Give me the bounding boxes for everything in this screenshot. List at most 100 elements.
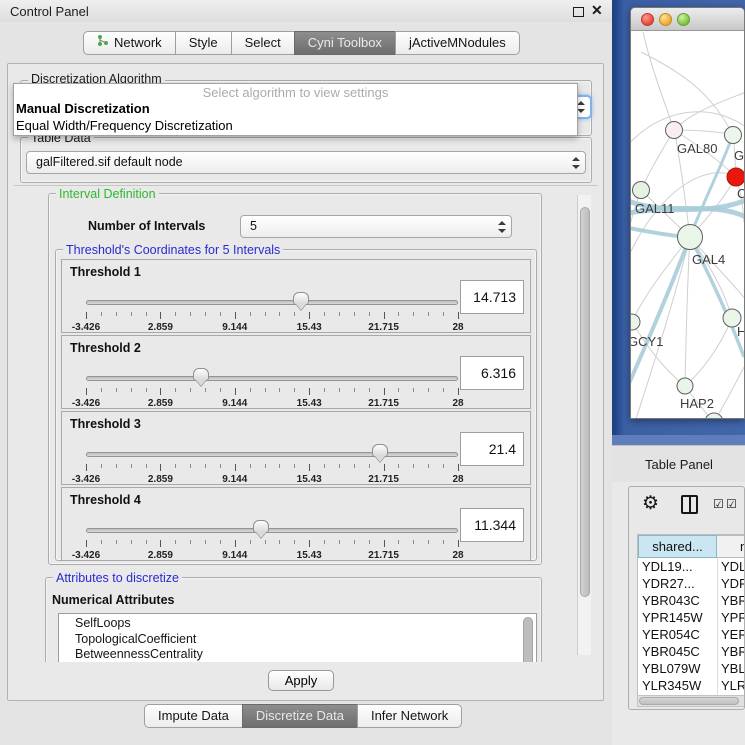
slider-tick (86, 312, 87, 319)
slider-tick (309, 464, 310, 471)
slider-tick (398, 388, 399, 392)
apply-button[interactable]: Apply (268, 670, 334, 691)
slider-thumb[interactable] (193, 368, 209, 381)
slider-track[interactable] (86, 452, 458, 457)
slider-thumb[interactable] (253, 520, 269, 533)
slider-track[interactable] (86, 376, 458, 381)
network-node-hap2[interactable] (677, 378, 693, 394)
column-header-name[interactable]: n (717, 535, 745, 558)
slider-tick (175, 312, 176, 316)
gear-icon[interactable]: ⚙ (642, 492, 659, 515)
node-label-ga: GA (734, 148, 744, 163)
slider-tick (384, 388, 385, 395)
table-row-ybr043c[interactable]: YBR043CYBR0 (638, 592, 745, 609)
slider-tick (279, 464, 280, 468)
tab-discretize-data[interactable]: Discretize Data (242, 704, 358, 728)
tab-infer-network[interactable]: Infer Network (357, 704, 462, 728)
table-row-ylr345w[interactable]: YLR345WYLR3 (638, 677, 745, 694)
node-label-hap2: HAP2 (680, 396, 714, 411)
network-node-gal4[interactable] (678, 225, 703, 250)
table-horizontal-scrollbar[interactable] (637, 695, 745, 707)
slider-tick (309, 540, 310, 547)
tab-jactivemnodules[interactable]: jActiveMNodules (395, 31, 520, 55)
slider-tick (354, 540, 355, 544)
close-traffic-light-icon[interactable] (641, 13, 654, 26)
checked-box-icon[interactable]: ☑ (726, 497, 737, 511)
slider-track[interactable] (86, 300, 458, 305)
checked-box-icon[interactable]: ☑ (713, 497, 724, 511)
slider-tick (369, 540, 370, 544)
slider-thumb[interactable] (293, 292, 309, 305)
slider-tick (101, 312, 102, 316)
tab-cyni-toolbox[interactable]: Cyni Toolbox (294, 31, 396, 55)
table-cell: YDL19... (642, 558, 693, 575)
tab-style[interactable]: Style (175, 31, 232, 55)
network-window-titlebar[interactable] (631, 8, 744, 31)
table-scrollbar-thumb[interactable] (639, 697, 739, 705)
threshold-slider[interactable]: -3.4262.8599.14415.4321.71528 (86, 290, 458, 334)
number-of-intervals-combobox[interactable]: 5 (240, 215, 512, 238)
minimize-traffic-light-icon[interactable] (659, 13, 672, 26)
float-window-icon[interactable] (573, 7, 584, 17)
table-row-ydl19[interactable]: YDL19...YDL1 (638, 558, 745, 575)
slider-tick (369, 464, 370, 468)
table-row-ybr045c[interactable]: YBR045CYBR0 (638, 643, 745, 660)
settings-scrollbar[interactable] (577, 195, 591, 655)
threshold-value-field[interactable]: 11.344 (460, 508, 524, 542)
threshold-slider[interactable]: -3.4262.8599.14415.4321.71528 (86, 442, 458, 486)
table-row-yer054c[interactable]: YER054CYER0 (638, 626, 745, 643)
close-icon[interactable]: ✕ (591, 2, 603, 19)
slider-tick (116, 312, 117, 316)
slider-tick (101, 388, 102, 392)
threshold-panel-2: Threshold 2-3.4262.8599.14415.4321.71528… (61, 335, 531, 409)
slider-tick (116, 540, 117, 544)
network-node-unlabeled[interactable] (705, 413, 723, 419)
slider-tick (324, 540, 325, 544)
slider-track[interactable] (86, 528, 458, 533)
columns-icon[interactable] (681, 495, 698, 514)
numerical-attributes-heading: Numerical Attributes (52, 593, 174, 607)
network-node-ga[interactable] (725, 127, 742, 144)
threshold-value-field[interactable]: 14.713 (460, 280, 524, 314)
table-cell: YBR0 (721, 592, 745, 609)
network-edge (685, 318, 732, 386)
dropdown-option-manual-discretization[interactable]: Manual Discretization (16, 101, 150, 116)
table-row-ydr27[interactable]: YDR27...YDR2 (638, 575, 745, 592)
attribute-item-betweennesscentrality[interactable]: BetweennessCentrality (59, 647, 536, 662)
network-node-gal80[interactable] (666, 122, 683, 139)
network-edge (674, 92, 744, 130)
threshold-value-field[interactable]: 6.316 (460, 356, 524, 390)
network-node-gcy1[interactable] (631, 314, 640, 330)
slider-tick (220, 388, 221, 392)
network-canvas[interactable]: GAL80GACGAL11GAL4GCY1HHAP2 (631, 32, 744, 419)
network-node-c[interactable] (727, 168, 744, 186)
column-header-shared-name[interactable]: shared... (638, 535, 717, 558)
slider-tick (294, 312, 295, 316)
interval-definition-group-title: Interval Definition (56, 187, 159, 201)
attribute-item-topologicalcoefficient[interactable]: TopologicalCoefficient (59, 632, 536, 648)
table-row-ybl079w[interactable]: YBL079WYBL0 (638, 660, 745, 677)
zoom-traffic-light-icon[interactable] (677, 13, 690, 26)
slider-thumb[interactable] (372, 444, 388, 457)
slider-scale-label: 15.43 (297, 322, 322, 333)
attribute-item-selfloops[interactable]: SelfLoops (59, 616, 536, 632)
numerical-attributes-list[interactable]: SelfLoopsTopologicalCoefficientBetweenne… (58, 613, 537, 662)
attributes-list-scrollbar[interactable] (523, 617, 533, 662)
settings-scrollbar-thumb[interactable] (580, 207, 590, 597)
network-node-gal11[interactable] (633, 182, 650, 199)
slider-tick (413, 388, 414, 392)
table-row-ypr145w[interactable]: YPR145WYPR1 (638, 609, 745, 626)
slider-tick (443, 540, 444, 544)
tab-select[interactable]: Select (231, 31, 295, 55)
tab-network[interactable]: Network (83, 31, 176, 55)
threshold-slider[interactable]: -3.4262.8599.14415.4321.71528 (86, 518, 458, 562)
slider-tick (146, 312, 147, 316)
tab-impute-data[interactable]: Impute Data (144, 704, 243, 728)
threshold-slider[interactable]: -3.4262.8599.14415.4321.71528 (86, 366, 458, 410)
threshold-value-field[interactable]: 21.4 (460, 432, 524, 466)
dropdown-option-equal-width-frequency-discretization[interactable]: Equal Width/Frequency Discretization (16, 118, 233, 133)
table-data-combobox[interactable]: galFiltered.sif default node (26, 151, 586, 174)
slider-tick (339, 388, 340, 392)
slider-tick (279, 312, 280, 316)
network-view-window: GAL80GACGAL11GAL4GCY1HHAP2 (630, 7, 745, 419)
